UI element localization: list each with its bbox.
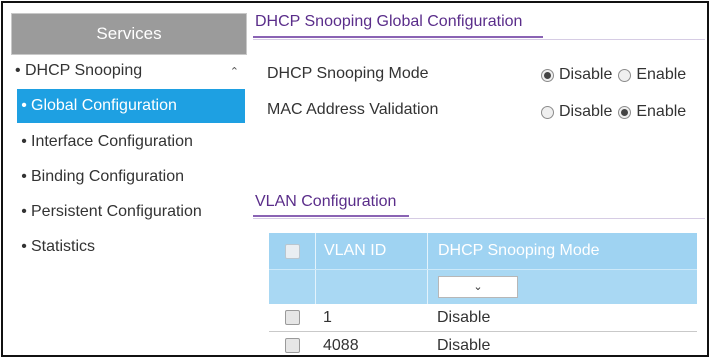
main-content: DHCP Snooping Global Configuration DHCP … xyxy=(249,3,707,355)
sidebar-group-label: DHCP Snooping xyxy=(25,62,143,79)
table-row: 4088 Disable xyxy=(269,332,697,355)
dhcp-snooping-mode-label: DHCP Snooping Mode xyxy=(267,65,429,82)
bullet-icon: • xyxy=(21,238,27,255)
vlan-config-title: VLAN Configuration xyxy=(255,193,397,210)
mode-disable-label: Disable xyxy=(559,66,613,83)
sidebar-header: Services xyxy=(11,13,247,55)
row-checkbox[interactable] xyxy=(284,338,300,353)
dhcp-snooping-mode-radio-group: Disable Enable xyxy=(541,66,692,84)
mode-cell: Disable xyxy=(437,336,491,354)
app-frame: Services • DHCP Snooping ⌃ • Global Confi… xyxy=(1,1,709,357)
bullet-icon: • xyxy=(21,168,27,185)
bullet-icon: • xyxy=(15,62,21,79)
section-divider xyxy=(253,218,705,219)
mode-enable-radio[interactable] xyxy=(618,68,632,82)
vlan-table: VLAN ID DHCP Snooping Mode ⌄ 1 Disable 4… xyxy=(269,233,697,355)
mac-disable-radio[interactable] xyxy=(541,105,554,119)
mac-address-validation-label: MAC Address Validation xyxy=(267,101,439,118)
mode-enable-label: Enable xyxy=(636,66,687,83)
row-checkbox[interactable] xyxy=(284,310,300,325)
section-underline xyxy=(253,215,409,217)
mac-validation-radio-group: Disable Enable xyxy=(541,103,692,121)
column-header-vlan-id[interactable]: VLAN ID xyxy=(315,233,427,269)
vlan-id-cell: 4088 xyxy=(323,336,359,354)
sidebar-item-label: Global Configuration xyxy=(31,97,177,114)
bullet-icon: • xyxy=(21,203,27,220)
select-all-checkbox[interactable] xyxy=(284,243,300,259)
sidebar: Services • DHCP Snooping ⌃ • Global Confi… xyxy=(7,3,247,355)
mac-enable-radio[interactable] xyxy=(618,105,632,119)
table-row: 1 Disable xyxy=(269,304,697,332)
table-header-row: VLAN ID DHCP Snooping Mode xyxy=(269,233,697,269)
global-config-title: DHCP Snooping Global Configuration xyxy=(255,13,523,30)
chevron-down-icon: ⌄ xyxy=(473,281,483,293)
sidebar-item-label: Persistent Configuration xyxy=(31,203,202,220)
bullet-icon: • xyxy=(21,97,27,114)
section-divider xyxy=(253,39,705,40)
header-checkbox-cell xyxy=(269,233,315,269)
mode-disable-radio[interactable] xyxy=(541,68,554,82)
section-underline xyxy=(253,36,543,38)
bullet-icon: • xyxy=(21,133,27,150)
sidebar-item-binding-configuration[interactable]: • Binding Configuration xyxy=(17,160,245,194)
mac-disable-label: Disable xyxy=(559,103,613,120)
mac-enable-label: Enable xyxy=(636,103,687,120)
sidebar-group-dhcp-snooping[interactable]: • DHCP Snooping ⌃ xyxy=(11,59,245,85)
chevron-up-icon[interactable]: ⌃ xyxy=(230,65,239,78)
sidebar-item-label: Statistics xyxy=(31,238,96,255)
mode-filter-select[interactable]: ⌄ xyxy=(438,276,518,298)
column-header-dhcp-snooping-mode[interactable]: DHCP Snooping Mode xyxy=(427,233,697,269)
sidebar-item-interface-configuration[interactable]: • Interface Configuration xyxy=(17,125,245,159)
sidebar-item-global-configuration[interactable]: • Global Configuration xyxy=(17,89,245,123)
sidebar-item-statistics[interactable]: • Statistics xyxy=(17,230,245,264)
table-filter-row: ⌄ xyxy=(269,269,697,304)
sidebar-item-label: Interface Configuration xyxy=(31,133,193,150)
sidebar-item-persistent-configuration[interactable]: • Persistent Configuration xyxy=(17,195,245,229)
vlan-id-cell: 1 xyxy=(323,308,332,326)
mode-cell: Disable xyxy=(437,308,491,326)
sidebar-item-label: Binding Configuration xyxy=(31,168,184,185)
